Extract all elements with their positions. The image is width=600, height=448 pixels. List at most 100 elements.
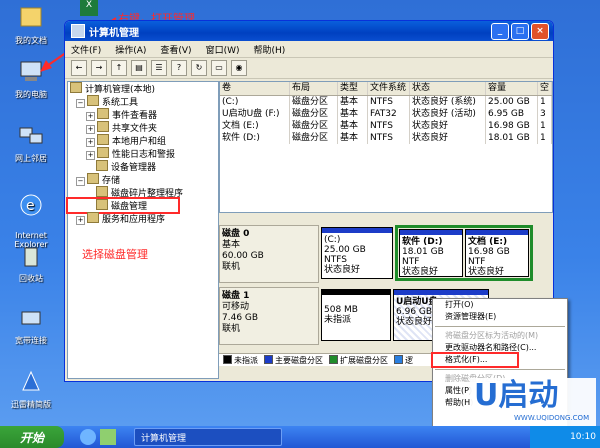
start-button[interactable]: 开始	[0, 426, 64, 448]
desktop-icon-label: 宽带连接	[15, 336, 47, 345]
table-row[interactable]: (C:) 磁盘分区 基本 NTFS 状态良好 (系统) 25.00 GB 1	[220, 96, 552, 108]
tree-item-system-tools[interactable]: − 系统工具	[68, 95, 218, 108]
close-button[interactable]: ×	[531, 23, 549, 40]
back-icon[interactable]: ←	[71, 60, 87, 76]
partition-unallocated[interactable]: 508 MB 未指派	[321, 289, 391, 341]
services-icon	[87, 212, 99, 223]
collapse-icon[interactable]: −	[76, 177, 85, 186]
tree-icon[interactable]: ▤	[131, 60, 147, 76]
quicklaunch-icon[interactable]	[100, 429, 116, 445]
system-tray: 10:10	[530, 426, 600, 448]
tree-item-device-manager[interactable]: 设备管理器	[68, 160, 218, 173]
menu-file[interactable]: 文件(F)	[71, 43, 101, 56]
tree-item-storage[interactable]: − 存储	[68, 173, 218, 186]
disk-icon[interactable]: ◉	[231, 60, 247, 76]
unallocated-bar	[322, 290, 390, 295]
primary-bar	[322, 228, 392, 233]
expand-icon[interactable]: +	[86, 125, 95, 134]
disk-1-name: 磁盘 1	[222, 291, 250, 301]
users-icon	[97, 134, 109, 145]
maximize-button[interactable]: □	[511, 23, 529, 40]
event-icon	[97, 108, 109, 119]
internet-explorer-icon[interactable]: e Internet Explorer	[0, 182, 62, 249]
menu-separator	[435, 369, 565, 370]
annotation-select-disk: 选择磁盘管理	[82, 248, 148, 261]
computer-icon	[70, 82, 82, 93]
network-places-icon[interactable]: 网上邻居	[0, 122, 62, 164]
disk-0-name: 磁盘 0	[222, 229, 250, 239]
window-icon	[71, 24, 85, 38]
ie-quicklaunch-icon[interactable]	[80, 429, 96, 445]
volume-list: 卷 布局 类型 文件系统 状态 容量 空 (C:) 磁盘分区 基本 NTFS 状态良好 …	[219, 81, 553, 213]
desktop-icon-label: 回收站	[19, 274, 43, 283]
taskbar-item-computer-management[interactable]: 计算机管理	[134, 428, 282, 446]
menu-item-open[interactable]: 打开(O)	[433, 299, 567, 311]
forward-icon[interactable]: →	[91, 60, 107, 76]
window-title: 计算机管理	[89, 27, 139, 39]
collapse-icon[interactable]: −	[76, 99, 85, 108]
menu-item-change-letter[interactable]: 更改驱动器名和路径(C)...	[433, 342, 567, 354]
menu-window[interactable]: 窗口(W)	[206, 43, 240, 56]
folder-icon	[97, 121, 109, 132]
partition-e[interactable]: 文档 (E:) 16.98 GB NTF 状态良好	[465, 229, 529, 277]
col-type[interactable]: 类型	[338, 82, 368, 95]
tree-item-shared-folders[interactable]: + 共享文件夹	[68, 121, 218, 134]
expand-icon[interactable]: +	[86, 112, 95, 121]
tree-item-local-users[interactable]: + 本地用户和组	[68, 134, 218, 147]
logo-text: U启动	[474, 378, 559, 413]
col-capacity[interactable]: 容量	[486, 82, 538, 95]
menu-view[interactable]: 查看(V)	[160, 43, 191, 56]
partition-d[interactable]: 软件 (D:) 18.01 GB NTF 状态良好	[399, 229, 463, 277]
excel-icon: X	[80, 0, 98, 16]
tree-item-disk-management[interactable]: 磁盘管理	[66, 197, 180, 214]
storage-icon	[87, 173, 99, 184]
menu-action[interactable]: 操作(A)	[115, 43, 146, 56]
menu-item-format[interactable]: 格式化(F)...	[431, 352, 519, 368]
col-filesystem[interactable]: 文件系统	[368, 82, 410, 95]
clock: 10:10	[570, 432, 596, 442]
tree-panel: 计算机管理(本地) − 系统工具 + 事件查看器 + 共享文件夹 + 本地用户和组 + 性…	[66, 81, 219, 379]
folder-icon[interactable]: ▭	[211, 60, 227, 76]
expand-icon[interactable]: +	[86, 151, 95, 160]
recycle-bin-icon[interactable]: 回收站	[0, 242, 62, 284]
legend-extended: 扩展磁盘分区	[329, 354, 388, 366]
minimize-button[interactable]: _	[491, 23, 509, 40]
tree-item-root[interactable]: 计算机管理(本地)	[68, 82, 218, 95]
col-layout[interactable]: 布局	[290, 82, 338, 95]
defrag-icon	[96, 186, 108, 197]
primary-bar	[394, 290, 488, 295]
col-free[interactable]: 空	[538, 82, 552, 95]
expand-icon[interactable]: +	[76, 216, 85, 225]
desktop-icon-label: 迅雷精简版	[11, 400, 51, 409]
broadband-icon[interactable]: 宽带连接	[0, 304, 62, 346]
table-row[interactable]: U启动U盘 (F:) 磁盘分区 基本 FAT32 状态良好 (活动) 6.95 GB 3	[220, 108, 552, 120]
menu-item-explorer[interactable]: 资源管理器(E)	[433, 311, 567, 323]
disk-0-info[interactable]: 磁盘 0 基本 60.00 GB 联机	[219, 225, 319, 283]
up-icon[interactable]: ↑	[111, 60, 127, 76]
menu-bar: 文件(F) 操作(A) 查看(V) 窗口(W) 帮助(H)	[65, 41, 553, 58]
volume-header: 卷 布局 类型 文件系统 状态 容量 空	[220, 82, 552, 96]
menu-separator	[435, 326, 565, 327]
menu-item-mark-active: 将磁盘分区标为活动的(M)	[445, 331, 539, 340]
thunder-icon[interactable]: 迅雷精简版	[0, 368, 62, 410]
tree-item-event-viewer[interactable]: + 事件查看器	[68, 108, 218, 121]
legend-primary: 主要磁盘分区	[264, 354, 323, 366]
table-row[interactable]: 软件 (D:) 磁盘分区 基本 NTFS 状态良好 18.01 GB 1	[220, 132, 552, 144]
tree-item-defrag[interactable]: 磁盘碎片整理程序	[68, 186, 218, 199]
col-volume[interactable]: 卷	[220, 82, 290, 95]
table-row[interactable]: 文档 (E:) 磁盘分区 基本 NTFS 状态良好 16.98 GB 1	[220, 120, 552, 132]
expand-icon[interactable]: +	[86, 138, 95, 147]
properties-icon[interactable]: ☰	[151, 60, 167, 76]
tree-item-performance[interactable]: + 性能日志和警报	[68, 147, 218, 160]
menu-help[interactable]: 帮助(H)	[254, 43, 286, 56]
title-bar[interactable]: 计算机管理 _ □ ×	[65, 21, 553, 41]
col-status[interactable]: 状态	[410, 82, 486, 95]
toolbar: ← → ↑ ▤ ☰ ? ↻ ▭ ◉	[65, 58, 553, 79]
help-icon[interactable]: ?	[171, 60, 187, 76]
brand-logo: U启动 WWW.UQIDONG.COM	[470, 378, 596, 426]
refresh-icon[interactable]: ↻	[191, 60, 207, 76]
partition-c[interactable]: (C:) 25.00 GB NTFS 状态良好	[321, 227, 393, 279]
disk-1-info[interactable]: 磁盘 1 可移动 7.46 GB 联机	[219, 287, 319, 345]
chart-icon	[97, 147, 109, 158]
tree-item-services[interactable]: + 服务和应用程序	[68, 212, 218, 225]
